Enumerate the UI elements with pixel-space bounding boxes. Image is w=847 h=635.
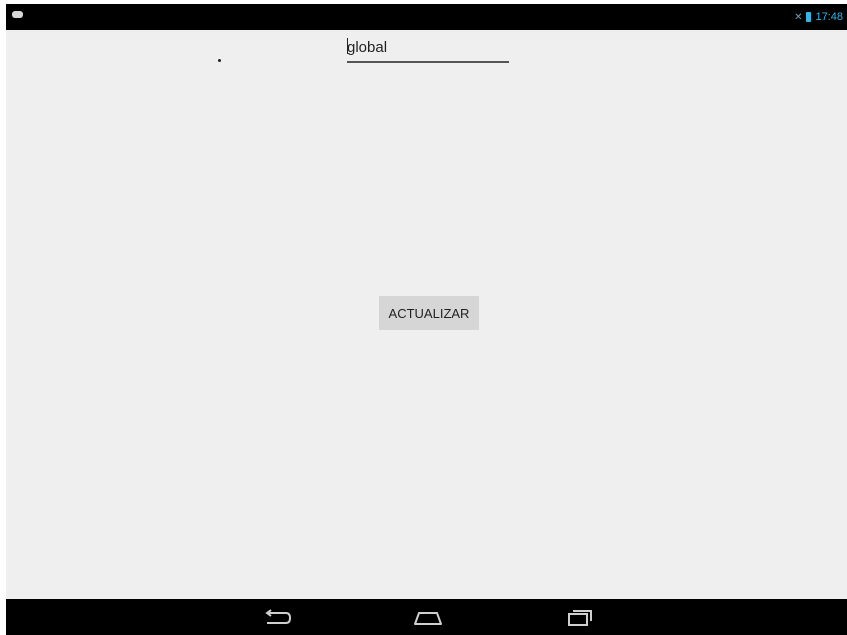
- device-screen: ✕ 17:48 ACTUALIZAR: [6, 4, 847, 635]
- navigation-bar: [6, 599, 847, 635]
- notification-icon: [12, 11, 23, 18]
- text-input[interactable]: [347, 33, 509, 63]
- recents-icon: [568, 610, 592, 626]
- status-icons: ✕ 17:48: [794, 9, 843, 25]
- status-bar: ✕ 17:48: [6, 4, 847, 30]
- text-cursor: [347, 38, 348, 54]
- status-time: 17:48: [815, 11, 843, 23]
- back-button[interactable]: [258, 607, 294, 629]
- home-button[interactable]: [410, 607, 446, 629]
- main-content: ACTUALIZAR: [6, 30, 847, 599]
- update-button[interactable]: ACTUALIZAR: [379, 296, 479, 330]
- stray-dot: [218, 59, 221, 62]
- signal-icon: ✕: [794, 11, 803, 23]
- back-icon: [265, 609, 292, 624]
- battery-icon: [806, 12, 812, 22]
- recents-button[interactable]: [561, 607, 597, 629]
- home-icon: [414, 612, 442, 625]
